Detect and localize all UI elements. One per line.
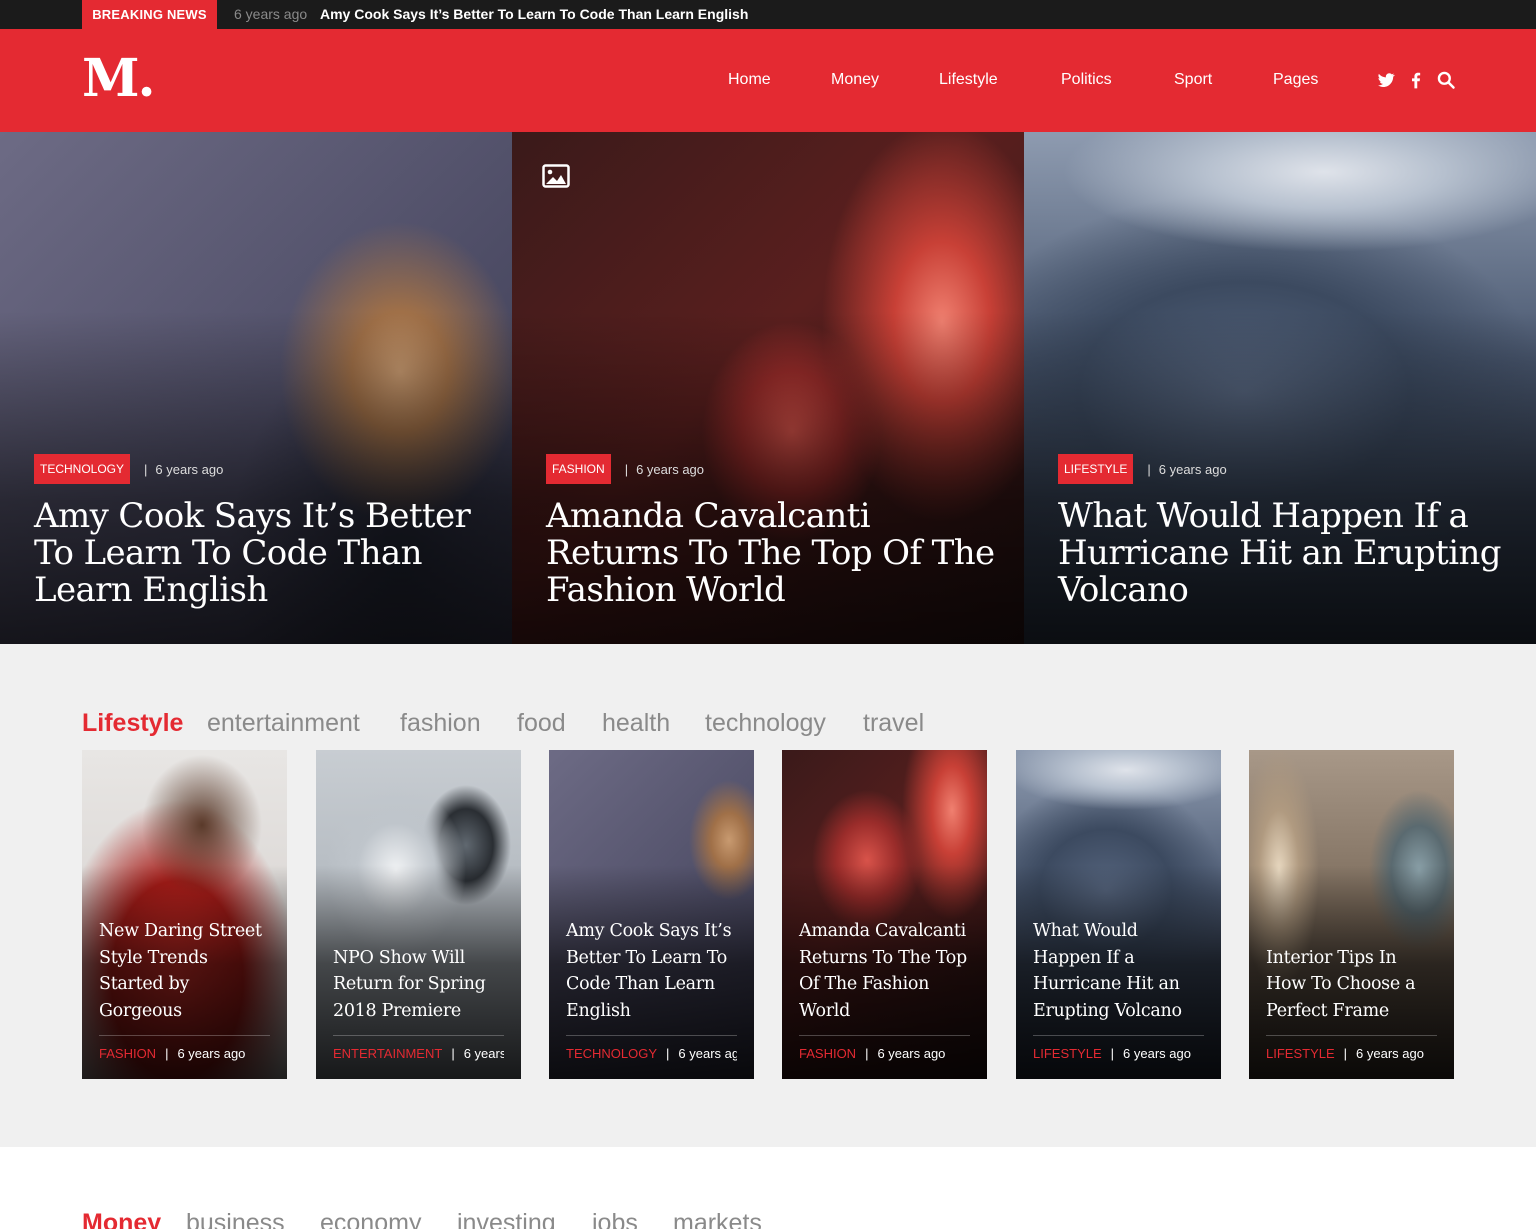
hero-meta: TECHNOLOGY | 6 years ago xyxy=(34,454,223,484)
image-gallery-icon xyxy=(542,164,570,188)
article-card[interactable]: NPO Show Will Return for Spring 2018 Pre… xyxy=(316,750,521,1079)
tab-fashion[interactable]: fashion xyxy=(400,705,481,741)
category-badge[interactable]: LIFESTYLE xyxy=(1058,454,1134,484)
nav-pages[interactable]: Pages xyxy=(1273,69,1318,91)
card-title[interactable]: Amanda Cavalcanti Returns To The Top Of … xyxy=(799,918,973,1024)
tab-markets[interactable]: markets xyxy=(673,1205,762,1229)
card-meta: ENTERTAINMENT|6 years ago xyxy=(333,1045,504,1063)
card-meta: FASHION | 6 years ago xyxy=(99,1046,246,1061)
tab-entertainment[interactable]: entertainment xyxy=(207,705,360,741)
card-time: 6 years ago xyxy=(177,1046,246,1061)
post-time: 6 years ago xyxy=(155,461,224,477)
category-badge[interactable]: FASHION xyxy=(546,454,611,484)
card-time: 6 years ago xyxy=(877,1046,946,1061)
nav-home[interactable]: Home xyxy=(728,69,771,91)
card-category[interactable]: ENTERTAINMENT xyxy=(333,1046,442,1061)
tab-travel[interactable]: travel xyxy=(863,705,924,741)
twitter-icon[interactable] xyxy=(1376,70,1396,90)
card-meta: TECHNOLOGY|6 years ago xyxy=(566,1045,737,1063)
card-title[interactable]: Amy Cook Says It’s Better To Learn To Co… xyxy=(566,918,740,1024)
tab-lifestyle[interactable]: Lifestyle xyxy=(82,705,183,741)
card-category[interactable]: LIFESTYLE xyxy=(1033,1046,1102,1061)
tab-money[interactable]: Money xyxy=(82,1205,161,1229)
breaking-news-label: BREAKING NEWS xyxy=(82,0,217,29)
hero-article-1[interactable]: TECHNOLOGY | 6 years ago Amy Cook Says I… xyxy=(0,132,512,644)
card-category[interactable]: LIFESTYLE xyxy=(1266,1046,1335,1061)
site-logo[interactable]: M. xyxy=(82,47,156,111)
card-time: 6 years ago xyxy=(1356,1046,1424,1061)
breaking-news-time: 6 years ago xyxy=(234,6,308,22)
card-category[interactable]: FASHION xyxy=(99,1046,156,1061)
card-title[interactable]: New Daring Street Style Trends Started b… xyxy=(99,918,273,1024)
article-card[interactable]: What Would Happen If a Hurricane Hit an … xyxy=(1016,750,1221,1079)
nav-lifestyle[interactable]: Lifestyle xyxy=(939,69,998,91)
card-time: 6 years ago xyxy=(1123,1046,1191,1061)
search-icon[interactable] xyxy=(1436,70,1456,90)
facebook-icon[interactable] xyxy=(1406,70,1426,90)
category-badge[interactable]: TECHNOLOGY xyxy=(34,454,131,484)
tab-investing[interactable]: investing xyxy=(457,1205,556,1229)
card-meta: LIFESTYLE | 6 years ago xyxy=(1266,1046,1424,1061)
post-time: 6 years ago xyxy=(1158,461,1227,477)
card-category[interactable]: TECHNOLOGY xyxy=(566,1046,657,1061)
tab-food[interactable]: food xyxy=(517,705,566,741)
card-title[interactable]: NPO Show Will Return for Spring 2018 Pre… xyxy=(333,945,507,1025)
post-time: 6 years ago xyxy=(636,461,705,477)
tab-jobs[interactable]: jobs xyxy=(592,1205,638,1229)
hero-title[interactable]: Amanda Cavalcanti Returns To The Top Of … xyxy=(546,498,996,609)
card-time: 6 years ago xyxy=(678,1046,737,1061)
nav-politics[interactable]: Politics xyxy=(1061,69,1112,91)
article-card[interactable]: Amanda Cavalcanti Returns To The Top Of … xyxy=(782,750,987,1079)
breaking-news-bar: BREAKING NEWS 6 years ago Amy Cook Says … xyxy=(0,0,1536,29)
article-card[interactable]: Interior Tips In How To Choose a Perfect… xyxy=(1249,750,1454,1079)
article-card[interactable]: Amy Cook Says It’s Better To Learn To Co… xyxy=(549,750,754,1079)
card-title[interactable]: Interior Tips In How To Choose a Perfect… xyxy=(1266,945,1440,1025)
hero-meta: FASHION | 6 years ago xyxy=(546,454,704,484)
hero-title[interactable]: What Would Happen If a Hurricane Hit an … xyxy=(1058,498,1508,609)
hero-meta: LIFESTYLE | 6 years ago xyxy=(1058,454,1227,484)
tab-business[interactable]: business xyxy=(186,1205,285,1229)
site-header: M. Home Money Lifestyle Politics Sport P… xyxy=(0,29,1536,132)
card-time: 6 years ago xyxy=(463,1046,504,1061)
card-meta: LIFESTYLE | 6 years ago xyxy=(1033,1046,1191,1061)
tab-economy[interactable]: economy xyxy=(320,1205,421,1229)
nav-money[interactable]: Money xyxy=(831,69,879,91)
tab-health[interactable]: health xyxy=(602,705,670,741)
hero-article-3[interactable]: LIFESTYLE | 6 years ago What Would Happe… xyxy=(1024,132,1536,644)
money-section: Money business economy investing jobs ma… xyxy=(0,1147,1536,1229)
breaking-news-headline[interactable]: Amy Cook Says It’s Better To Learn To Co… xyxy=(320,0,748,29)
nav-sport[interactable]: Sport xyxy=(1174,69,1212,91)
article-card[interactable]: New Daring Street Style Trends Started b… xyxy=(82,750,287,1079)
card-meta: FASHION | 6 years ago xyxy=(799,1046,946,1061)
card-title[interactable]: What Would Happen If a Hurricane Hit an … xyxy=(1033,918,1207,1024)
tab-technology[interactable]: technology xyxy=(705,705,826,741)
card-category[interactable]: FASHION xyxy=(799,1046,856,1061)
hero-article-2[interactable]: FASHION | 6 years ago Amanda Cavalcanti … xyxy=(512,132,1024,644)
hero-title[interactable]: Amy Cook Says It’s Better To Learn To Co… xyxy=(34,498,484,609)
